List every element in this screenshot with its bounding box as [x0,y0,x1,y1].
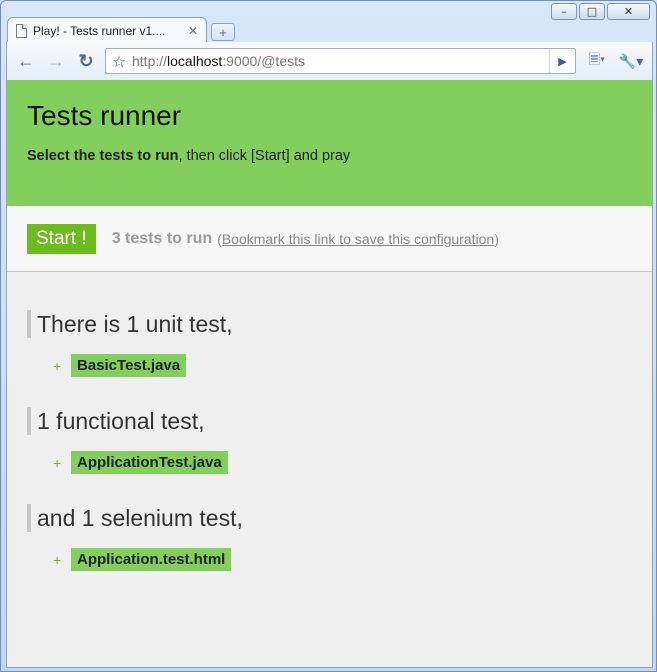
tests-count: 3 tests to run [111,229,213,247]
start-button[interactable]: Start ! [27,223,96,254]
paren-close: ) [494,230,499,247]
browser-toolbar: ← → ↻ ☆ http://localhost:9000/@tests ▶ 🗏… [6,42,653,80]
run-bar: Start ! 3 tests to run (Bookmark this li… [7,206,652,272]
page-subtitle: Select the tests to run, then click [Sta… [27,148,632,164]
test-file[interactable]: BasicTest.java [71,354,187,377]
window-controls: – □ ✕ [551,3,650,20]
page-menu-icon[interactable]: 🗏▾ [580,48,614,74]
back-icon[interactable]: ← [11,48,41,74]
subtitle-rest: , then click [Start] and pray [178,148,351,164]
page-content: Tests runner Select the tests to run, th… [6,80,653,668]
tests-list: There is 1 unit test, + BasicTest.java 1 … [7,272,652,571]
maximize-button[interactable]: □ [579,3,605,20]
url-text[interactable]: http://localhost:9000/@tests [132,53,549,69]
star-icon[interactable]: ☆ [106,52,132,71]
bookmark-link[interactable]: Bookmark this link to save this configur… [222,231,494,247]
tab-title: Play! - Tests runner v1.... [33,23,166,38]
functional-tests-group: 1 functional test, + ApplicationTest.java [27,407,632,474]
test-file[interactable]: Application.test.html [71,548,232,571]
forward-icon[interactable]: → [41,48,71,74]
unit-tests-group: There is 1 unit test, + BasicTest.java [27,310,632,377]
page-title: Tests runner [27,100,182,131]
window-close-button[interactable]: ✕ [607,3,650,20]
test-item[interactable]: + BasicTest.java [53,354,632,377]
url-host: localhost [167,53,223,69]
go-icon[interactable]: ▶ [549,49,575,73]
group-heading: There is 1 unit test, [27,310,632,338]
minimize-button[interactable]: – [551,3,577,20]
url-prefix: http:// [132,53,168,69]
subtitle-bold: Select the tests to run [27,148,179,164]
test-file[interactable]: ApplicationTest.java [71,451,228,474]
plus-icon[interactable]: + [53,552,71,568]
group-heading: and 1 selenium test, [27,504,632,532]
test-item[interactable]: + ApplicationTest.java [53,451,632,474]
new-tab-icon[interactable]: + [211,23,235,41]
url-path: :9000/@tests [222,53,305,69]
bookmark-note: (Bookmark this link to save this configu… [217,231,499,247]
test-item[interactable]: + Application.test.html [53,548,632,571]
browser-window: – □ ✕ Play! - Tests runner v1.... ✕ + ← … [0,0,657,672]
close-icon[interactable]: ✕ [188,24,198,38]
browser-tab[interactable]: Play! - Tests runner v1.... ✕ [7,17,207,43]
page-header: Tests runner Select the tests to run, th… [7,80,652,206]
address-bar[interactable]: ☆ http://localhost:9000/@tests ▶ [105,48,576,74]
plus-icon[interactable]: + [53,455,71,471]
selenium-tests-group: and 1 selenium test, + Application.test.h… [27,504,632,571]
reload-icon[interactable]: ↻ [71,48,101,74]
wrench-icon[interactable]: 🔧▾ [614,48,648,74]
group-heading: 1 functional test, [27,407,632,435]
plus-icon[interactable]: + [53,358,71,374]
page-icon [16,23,27,38]
tab-bar: Play! - Tests runner v1.... ✕ + [7,15,235,43]
